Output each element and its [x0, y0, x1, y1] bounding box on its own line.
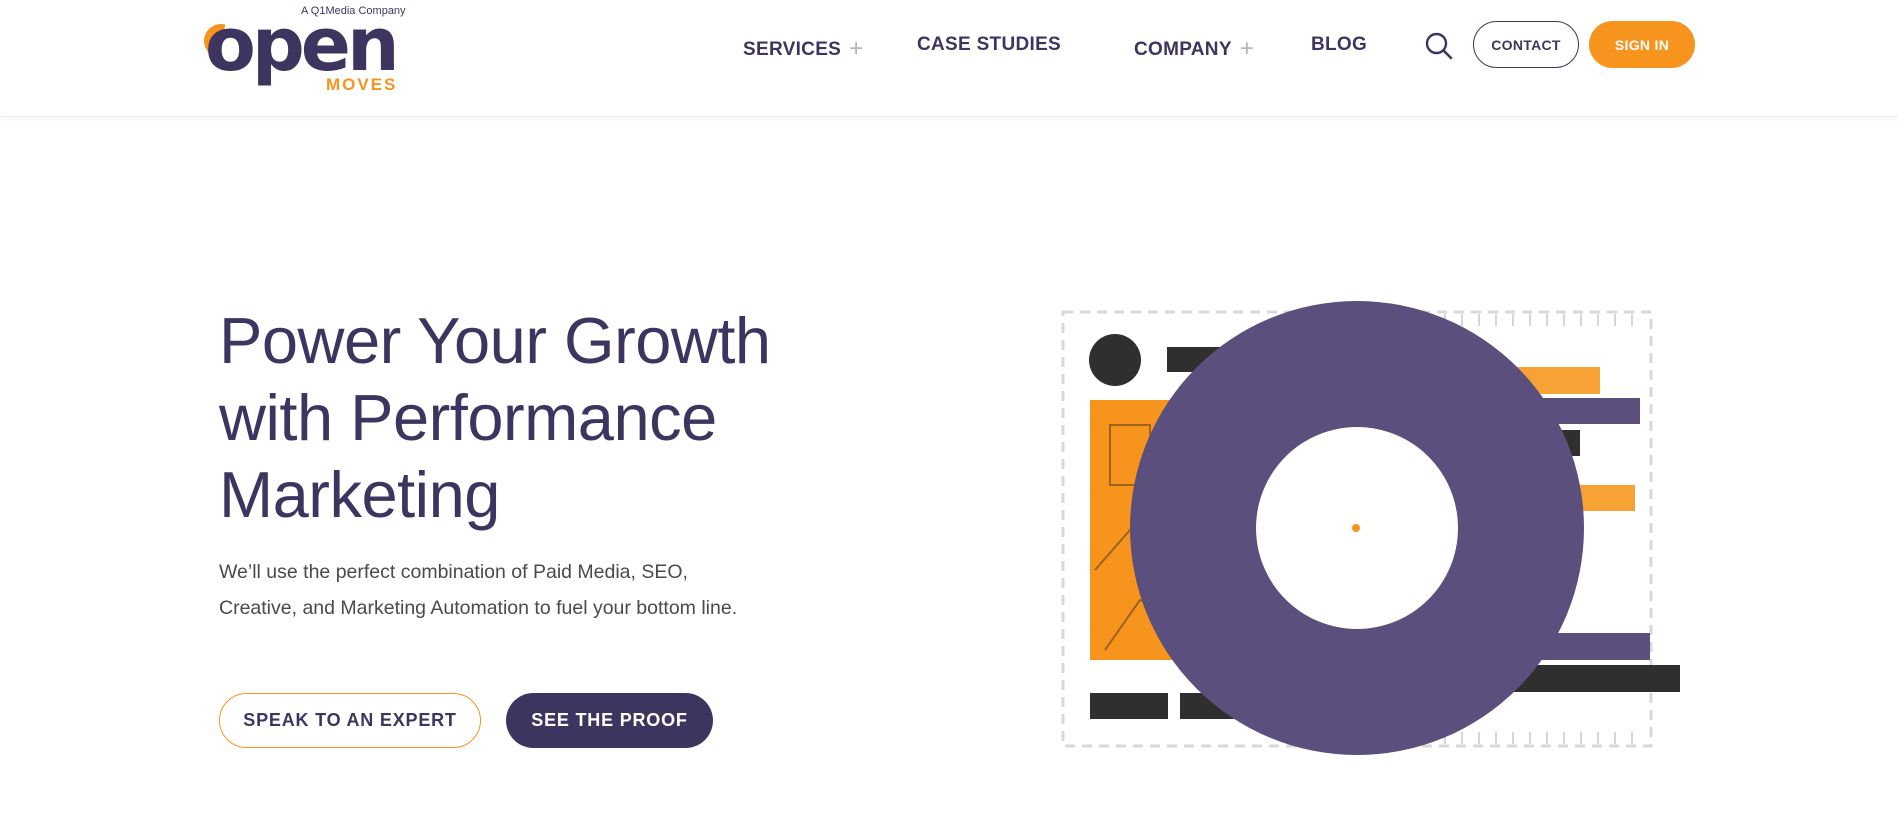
hero-title-line: with Performance — [219, 381, 717, 454]
nav-item-label: SERVICES — [743, 39, 842, 60]
nav-item-services[interactable]: SERVICES + — [743, 34, 863, 62]
hero-subtitle-line: We’ll use the perfect combination of Pai… — [219, 561, 688, 583]
nav-item-company[interactable]: COMPANY + — [1134, 34, 1254, 62]
hero-title: Power Your Growth with Performance Marke… — [219, 302, 859, 533]
sign-in-button[interactable]: SIGN IN — [1589, 21, 1695, 68]
plus-icon[interactable]: + — [849, 35, 863, 62]
dark-dot — [1089, 334, 1141, 386]
search-icon — [1425, 32, 1453, 60]
contact-button[interactable]: CONTACT — [1473, 21, 1579, 68]
bar-dark-4 — [1090, 693, 1168, 719]
logo[interactable]: A Q1Media Company open MOVES — [197, 2, 415, 94]
hero-illustration — [1050, 290, 1700, 780]
nav-item-label: CASE STUDIES — [917, 34, 1062, 55]
hero-illustration-graphic — [1061, 301, 1680, 755]
center-dot — [1352, 524, 1360, 532]
search-button[interactable] — [1424, 31, 1454, 61]
see-the-proof-button[interactable]: SEE THE PROOF — [506, 693, 713, 748]
hero-title-line: Marketing — [219, 458, 500, 531]
nav-item-case-studies[interactable]: CASE STUDIES — [917, 34, 1061, 56]
plus-icon[interactable]: + — [1240, 35, 1254, 62]
hero-subtitle: We’ll use the perfect combination of Pai… — [219, 554, 799, 626]
hero-title-line: Power Your Growth — [219, 304, 771, 377]
nav-item-blog[interactable]: BLOG — [1311, 34, 1367, 56]
logo-submark: MOVES — [326, 75, 398, 94]
ruler-ticks-bottom — [1444, 732, 1633, 744]
nav-item-label: COMPANY — [1134, 39, 1232, 60]
site-header: A Q1Media Company open MOVES SERVICES + C… — [0, 0, 1898, 117]
speak-to-expert-button[interactable]: SPEAK TO AN EXPERT — [219, 693, 481, 748]
logo-wordmark: open — [205, 2, 400, 88]
ruler-ticks-top — [1444, 314, 1633, 326]
nav-item-label: BLOG — [1311, 34, 1368, 55]
hero-subtitle-line: Creative, and Marketing Automation to fu… — [219, 597, 738, 619]
